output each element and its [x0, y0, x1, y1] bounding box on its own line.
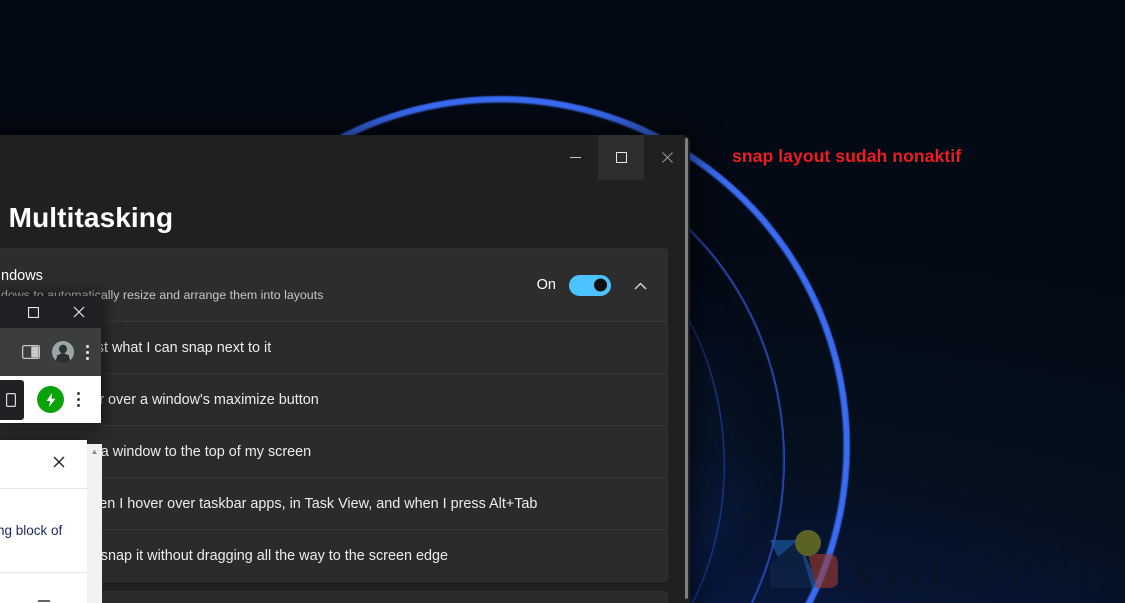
page-menu-icon[interactable]: [77, 392, 80, 407]
browser-toolbar: [0, 328, 101, 376]
avatar[interactable]: [52, 341, 74, 363]
snap-windows-title: ndows: [1, 267, 537, 285]
white-panel-scrollbar[interactable]: ▲: [87, 444, 102, 603]
window-controls: [552, 135, 690, 180]
white-panel-body: ing block of: [0, 489, 87, 573]
browser-window-controls: [11, 296, 101, 328]
minimize-button[interactable]: [552, 135, 598, 180]
dark-panel-fragment: [0, 380, 24, 420]
settings-window[interactable]: › Multitasking ndows dows to automatical…: [0, 135, 690, 603]
white-panel-text: ing block of: [0, 523, 62, 538]
browser-page-content: [0, 376, 101, 423]
browser-menu-icon[interactable]: [86, 345, 89, 360]
toggle-state-label: On: [537, 277, 556, 293]
settings-scrollbar[interactable]: [685, 138, 688, 599]
maximize-button[interactable]: [598, 135, 644, 180]
white-popup-panel[interactable]: ing block of: [0, 440, 87, 603]
page-header: › Multitasking: [0, 193, 690, 243]
snap-windows-toggle[interactable]: [569, 275, 611, 296]
white-panel-footer: [0, 573, 87, 603]
annotation-text: snap layout sudah nonaktif: [732, 146, 961, 167]
split-screen-icon[interactable]: [22, 343, 40, 361]
settings-titlebar: [0, 135, 690, 180]
chevron-up-icon[interactable]: [627, 278, 653, 293]
browser-titlebar: [0, 296, 101, 328]
browser-maximize-button[interactable]: [11, 296, 56, 328]
browser-close-button[interactable]: [56, 296, 101, 328]
performance-bolt-icon[interactable]: [37, 386, 64, 413]
settings-content: ndows dows to automatically resize and a…: [0, 248, 690, 603]
scroll-up-arrow-icon[interactable]: ▲: [87, 448, 102, 456]
page-title: Multitasking: [9, 202, 174, 234]
toggle-knob: [594, 279, 607, 292]
white-panel-close-icon[interactable]: [53, 455, 65, 473]
snap-windows-toggle-group: On: [537, 275, 653, 296]
browser-window[interactable]: [0, 296, 101, 423]
snap-option-label: indows when I hover over taskbar apps, i…: [32, 496, 537, 512]
close-button[interactable]: [644, 135, 690, 180]
divider: [38, 600, 50, 602]
white-panel-header: [0, 440, 87, 489]
